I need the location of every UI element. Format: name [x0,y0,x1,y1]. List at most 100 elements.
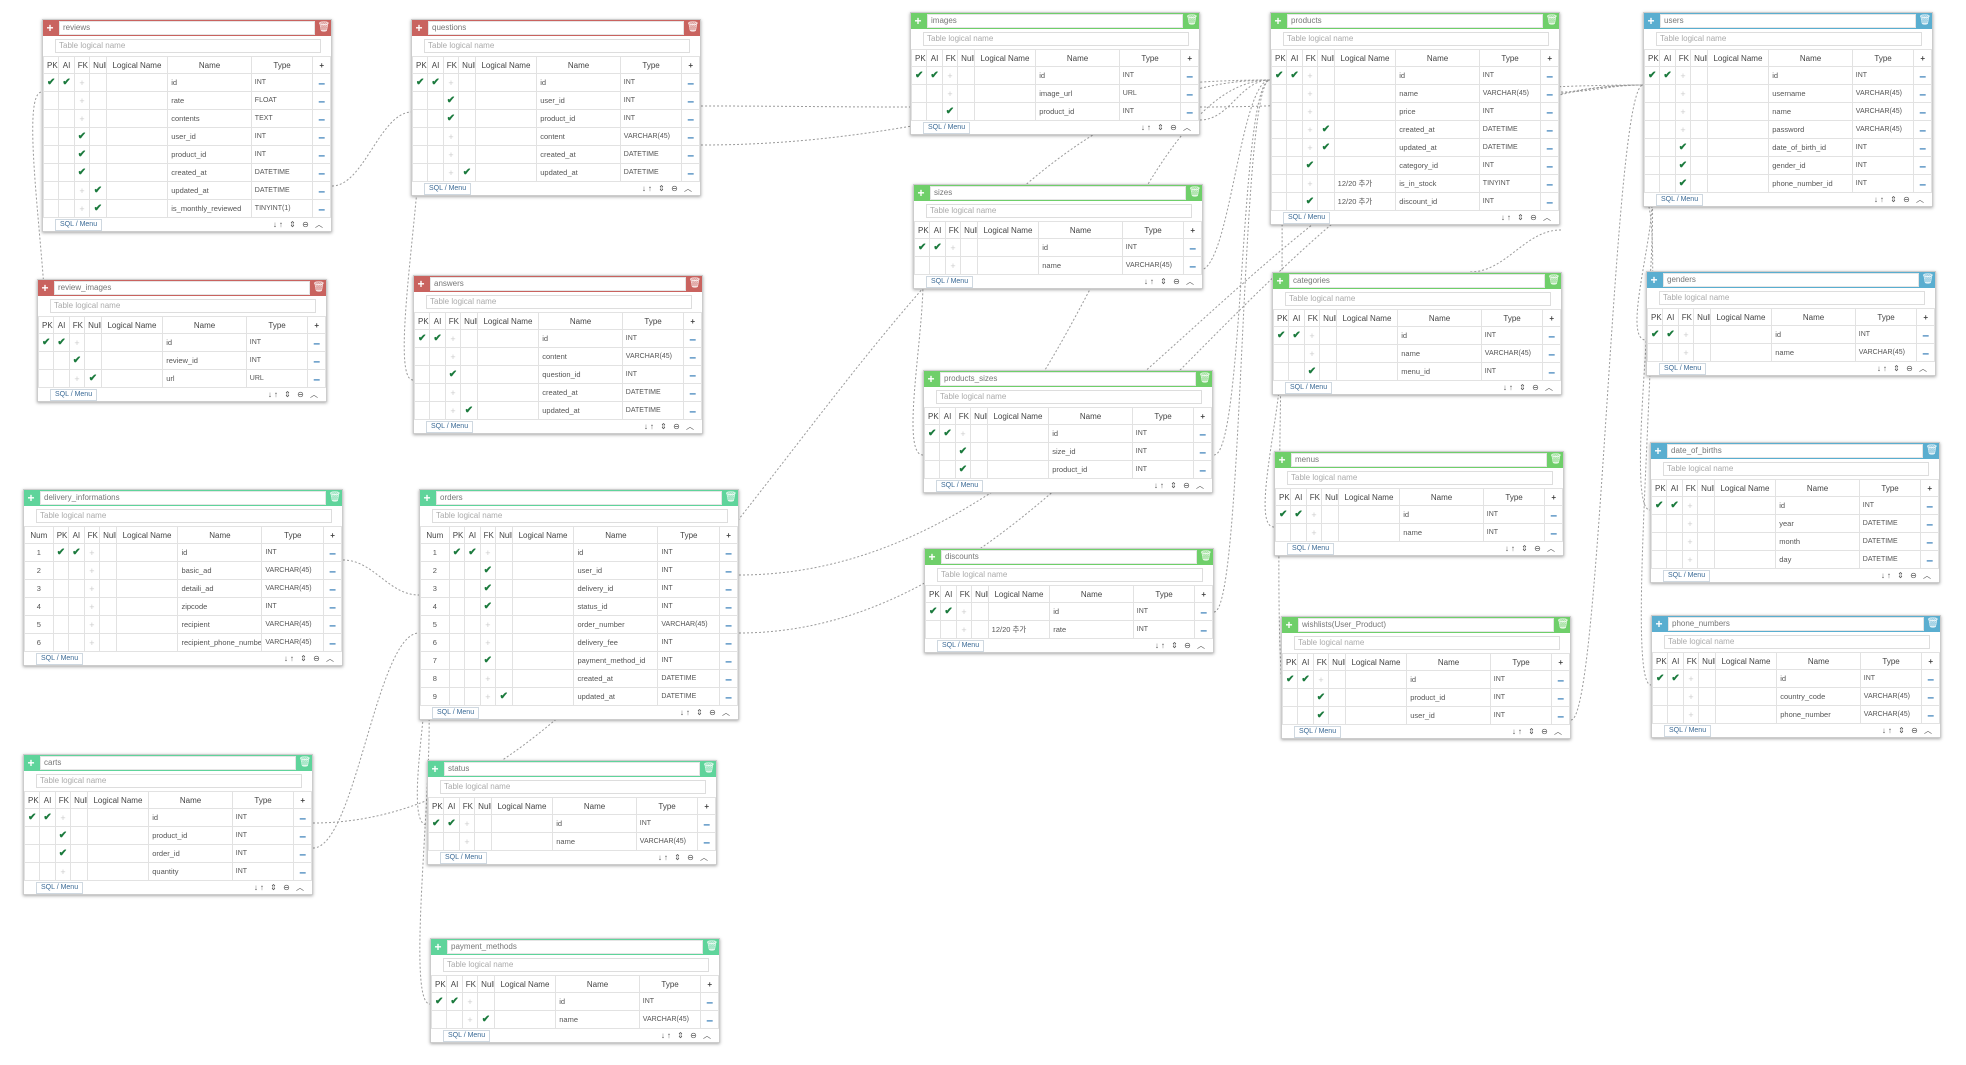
fk-flag[interactable]: + [1303,344,1321,363]
pk-flag[interactable]: ✔ [1274,505,1292,524]
add-column-icon[interactable]: + [420,490,434,506]
column-row[interactable]: ✔ ✔ + id INT – [413,329,702,348]
column-row[interactable]: ✔ date_of_birth_id INT – [1643,138,1932,157]
remove-column-button[interactable]: – [1183,238,1202,257]
null-flag[interactable] [1319,326,1337,345]
trash-icon[interactable]: 🗑 [328,490,342,506]
ai-flag[interactable] [464,561,481,580]
sql-menu-button[interactable]: SQL / Menu [424,182,472,195]
remove-column-button[interactable]: – [1540,120,1559,139]
column-row[interactable]: ✔ ✔ + id INT – [427,814,716,833]
null-flag[interactable] [495,561,513,580]
remove-column-button[interactable]: – [1540,138,1559,157]
fk-flag[interactable]: + [1681,532,1699,551]
fk-flag[interactable]: + [442,127,460,146]
column-row[interactable]: 4 ✔ status_id INT – [420,597,738,616]
column-row[interactable]: + created_at DATETIME – [411,145,700,164]
fk-flag[interactable]: ✔ [479,561,497,580]
column-row[interactable]: ✔ size_id INT – [923,442,1212,461]
column-row[interactable]: 4 + zipcode INT – [24,597,342,616]
null-flag[interactable] [1321,505,1339,524]
remove-column-button[interactable]: – [1540,192,1559,211]
pk-flag[interactable] [923,442,941,461]
pk-flag[interactable] [1270,102,1288,121]
null-flag[interactable] [84,333,102,352]
fk-flag[interactable]: + [83,579,101,598]
ai-flag[interactable] [53,369,70,388]
ai-flag[interactable] [58,145,75,164]
ai-flag[interactable] [1659,156,1676,175]
table-logical-name-input[interactable]: Table logical name [36,509,332,523]
fk-flag[interactable]: + [83,543,101,562]
add-column-icon[interactable]: + [1275,452,1289,468]
null-flag[interactable] [70,844,88,863]
add-column-icon[interactable]: + [43,20,57,36]
pk-flag[interactable]: ✔ [413,329,431,348]
null-flag[interactable]: ✔ [89,181,107,200]
fk-flag[interactable]: + [479,669,497,688]
null-flag[interactable] [458,91,476,110]
table-logical-name-input[interactable]: Table logical name [936,390,1202,404]
ai-flag[interactable] [1667,705,1684,724]
remove-column-button[interactable]: – [681,163,700,182]
pk-flag[interactable]: ✔ [1650,496,1668,515]
sql-menu-button[interactable]: SQL / Menu [426,420,474,433]
ai-flag[interactable] [427,109,444,128]
remove-column-button[interactable]: – [312,199,331,218]
table-name[interactable]: categories [1289,274,1545,288]
pk-flag[interactable] [413,401,431,420]
add-column-button[interactable]: + [1551,653,1570,671]
footer-controls-icons[interactable]: ↓↑ ⇕ ⊖ ︿ [1881,570,1933,581]
fk-flag[interactable]: + [955,620,973,639]
pk-flag[interactable] [448,669,466,688]
trash-icon[interactable]: 🗑 [1547,273,1561,289]
remove-column-button[interactable]: – [1542,362,1561,381]
column-row[interactable]: 1 ✔ ✔ + id INT – [24,543,342,562]
pk-flag[interactable] [1643,138,1661,157]
trash-icon[interactable]: 🗑 [312,280,326,296]
pk-flag[interactable] [23,844,41,863]
null-flag[interactable] [89,145,107,164]
null-flag[interactable]: ✔ [89,199,107,218]
table-logical-name-input[interactable]: Table logical name [55,39,321,53]
ai-flag[interactable]: ✔ [58,73,75,92]
pk-flag[interactable] [448,597,466,616]
fk-flag[interactable]: + [944,256,962,275]
fk-flag[interactable]: + [954,424,972,443]
sql-menu-button[interactable]: SQL / Menu [36,881,84,894]
ai-flag[interactable]: ✔ [926,66,943,85]
ai-flag[interactable] [1666,514,1683,533]
null-flag[interactable]: ✔ [1317,120,1335,139]
ai-flag[interactable] [58,199,75,218]
column-row[interactable]: ✔ ✔ + id INT – [1270,66,1559,85]
pk-flag[interactable]: ✔ [37,333,55,352]
fk-flag[interactable]: ✔ [73,163,91,182]
column-row[interactable]: +12/20 추가 rate INT – [924,620,1213,639]
ai-flag[interactable] [68,597,85,616]
remove-column-button[interactable]: – [323,615,342,634]
ai-flag[interactable] [1288,362,1305,381]
ai-flag[interactable] [68,633,85,652]
null-flag[interactable] [458,73,476,92]
null-flag[interactable] [495,651,513,670]
column-row[interactable]: + name VARCHAR(45) – [1646,343,1935,362]
null-flag[interactable] [971,602,989,621]
pk-flag[interactable] [413,347,431,366]
add-column-icon[interactable]: + [1652,616,1666,632]
column-row[interactable]: + created_at DATETIME – [413,383,702,402]
table-name[interactable]: genders [1663,273,1919,287]
remove-column-button[interactable]: – [307,333,326,352]
ai-flag[interactable] [429,383,446,402]
column-row[interactable]: + ✔ url URL – [37,369,326,388]
fk-flag[interactable]: ✔ [68,351,86,370]
fk-flag[interactable]: ✔ [1674,138,1692,157]
table-name[interactable]: images [927,14,1183,28]
sql-menu-button[interactable]: SQL / Menu [1294,725,1342,738]
add-column-button[interactable]: + [1193,407,1212,425]
column-row[interactable]: 2 + basic_ad VARCHAR(45) – [24,561,342,580]
ai-flag[interactable]: ✔ [39,808,56,827]
pk-flag[interactable] [1651,705,1669,724]
null-flag[interactable] [495,543,513,562]
table-logical-name-input[interactable]: Table logical name [1283,32,1549,46]
remove-column-button[interactable]: – [1921,669,1940,688]
